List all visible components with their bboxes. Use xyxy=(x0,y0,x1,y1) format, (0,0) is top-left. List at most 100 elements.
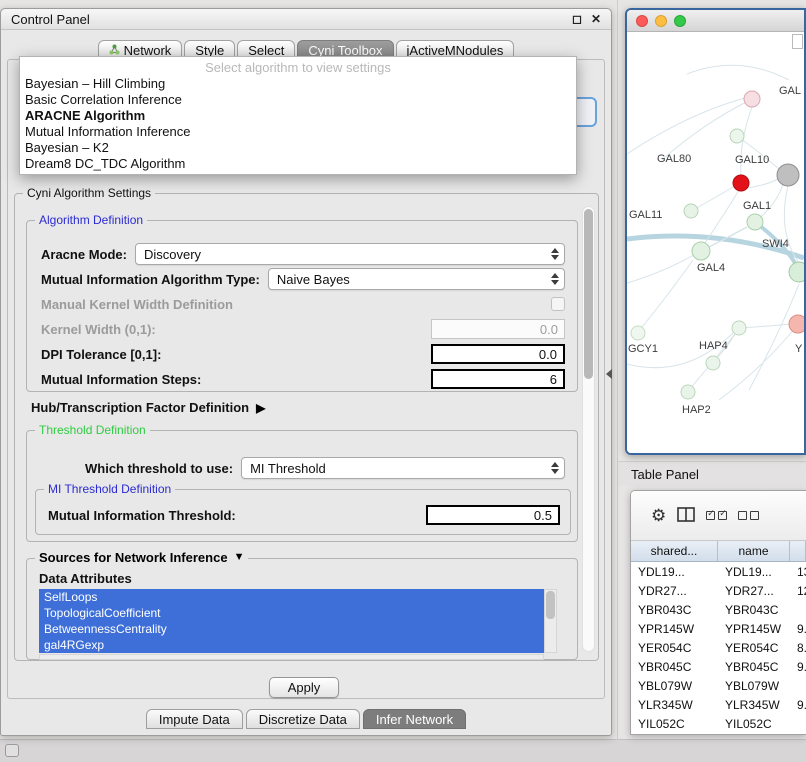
birdseye-toggle[interactable] xyxy=(792,34,803,49)
hide-all-columns-icon[interactable] xyxy=(738,511,759,520)
table-cell: YBR045C xyxy=(631,660,718,674)
network-edge[interactable] xyxy=(627,251,701,283)
select-all-columns-icon[interactable] xyxy=(706,511,727,520)
minimize-traffic-light-icon[interactable] xyxy=(655,15,667,27)
collapse-arrow-icon[interactable]: ▼ xyxy=(234,550,245,565)
network-canvas[interactable]: GALGAL80GAL10GAL11GAL1SWI4GAL4GCY1HAP4HA… xyxy=(627,32,804,455)
network-node[interactable] xyxy=(684,204,698,218)
scrollbar-thumb[interactable] xyxy=(546,591,555,619)
attributes-list-hscrollbar[interactable] xyxy=(39,654,544,660)
data-attribute-item[interactable]: BetweennessCentrality xyxy=(39,621,544,637)
table-settings-gear-icon[interactable]: ⚙ xyxy=(651,507,666,524)
data-attributes-list[interactable]: SelfLoopsTopologicalCoefficientBetweenne… xyxy=(39,589,544,653)
network-edge[interactable] xyxy=(638,260,693,332)
network-node[interactable] xyxy=(706,356,720,370)
network-node[interactable] xyxy=(733,175,749,191)
network-window-titlebar[interactable] xyxy=(627,10,804,32)
data-attributes-label: Data Attributes xyxy=(39,571,132,586)
network-edge[interactable] xyxy=(749,284,799,390)
hub-transcription-factor-section[interactable]: Hub/Transcription Factor Definition ▶ xyxy=(31,400,265,415)
node-label: SWI4 xyxy=(762,238,789,250)
dpi-tolerance-row: DPI Tolerance [0,1]: 0.0 xyxy=(41,343,565,365)
zoom-traffic-light-icon[interactable] xyxy=(674,15,686,27)
group-title: Threshold Definition xyxy=(35,423,150,438)
node-label: HAP4 xyxy=(699,340,728,352)
network-edge[interactable] xyxy=(627,98,745,154)
network-edge[interactable] xyxy=(687,65,789,80)
dpi-tolerance-value: 0.0 xyxy=(539,347,557,362)
node-label: GAL10 xyxy=(735,154,769,166)
collapsed-panel-icon[interactable] xyxy=(5,744,19,757)
network-node[interactable] xyxy=(730,129,744,143)
close-traffic-light-icon[interactable] xyxy=(636,15,648,27)
algorithm-option[interactable]: Dream8 DC_TDC Algorithm xyxy=(20,156,576,172)
settings-scrollbar[interactable] xyxy=(582,206,595,652)
table-cell: YDL19... xyxy=(718,565,790,579)
expand-arrow-icon[interactable]: ▶ xyxy=(256,401,265,415)
table-toolbar: ⚙ xyxy=(631,491,806,541)
table-row[interactable]: YBR045CYBR045C9. xyxy=(631,657,806,676)
table-cell: YBR043C xyxy=(718,603,790,617)
network-edge[interactable] xyxy=(705,190,739,243)
algorithm-option[interactable]: Mutual Information Inference xyxy=(20,124,576,140)
table-row[interactable]: YPR145WYPR145W9. xyxy=(631,619,806,638)
network-edge[interactable] xyxy=(747,179,778,188)
control-panel-titlebar[interactable]: Control Panel ◻ ✕ xyxy=(1,9,611,30)
network-node[interactable] xyxy=(732,321,746,335)
close-icon[interactable]: ✕ xyxy=(591,12,601,26)
which-threshold-select[interactable]: MI Threshold xyxy=(241,457,565,479)
table-row[interactable]: YER054CYER054C8. xyxy=(631,638,806,657)
algorithm-option[interactable]: Bayesian – K2 xyxy=(20,140,576,156)
float-window-icon[interactable]: ◻ xyxy=(572,12,582,26)
aracne-mode-select[interactable]: Discovery xyxy=(135,243,565,265)
algorithm-option[interactable]: Bayesian – Hill Climbing xyxy=(20,76,576,92)
bottom-tab-discretize-data[interactable]: Discretize Data xyxy=(246,709,360,729)
table-row[interactable]: YDR27...YDR27...12... xyxy=(631,581,806,600)
network-node[interactable] xyxy=(777,164,799,186)
kernel-width-label: Kernel Width (0,1): xyxy=(41,322,156,337)
algorithm-option[interactable]: Basic Correlation Inference xyxy=(20,92,576,108)
table-cell: 12... xyxy=(790,584,806,598)
table-row[interactable]: YBL079WYBL079W xyxy=(631,676,806,695)
table-row[interactable]: YBR043CYBR043C xyxy=(631,600,806,619)
show-columns-icon[interactable] xyxy=(677,507,695,525)
algorithm-option[interactable]: ARACNE Algorithm xyxy=(20,108,576,124)
network-edge[interactable] xyxy=(739,324,790,328)
manual-kernel-width-checkbox[interactable] xyxy=(551,297,565,311)
bottom-tab-infer-network[interactable]: Infer Network xyxy=(363,709,466,729)
apply-button[interactable]: Apply xyxy=(269,677,339,698)
network-node[interactable] xyxy=(681,385,695,399)
table-cell: 9. xyxy=(790,698,806,712)
table-row[interactable]: YDL19...YDL19...13... xyxy=(631,562,806,581)
bottom-strip xyxy=(0,739,806,762)
column-header[interactable]: name xyxy=(718,541,790,561)
combo-arrows-icon xyxy=(551,248,559,260)
network-node[interactable] xyxy=(789,262,804,282)
network-node[interactable] xyxy=(747,214,763,230)
mi-steps-field[interactable]: 6 xyxy=(431,369,565,389)
attributes-list-vscrollbar[interactable] xyxy=(544,589,557,653)
data-attribute-item[interactable]: SelfLoops xyxy=(39,589,544,605)
panel-collapse-arrow-icon[interactable] xyxy=(606,369,612,379)
cyni-bottom-tab-bar: Impute DataDiscretize DataInfer Network xyxy=(1,709,611,730)
table-row[interactable]: YIL052CYIL052C xyxy=(631,714,806,733)
table-row[interactable]: YLR345WYLR345W9. xyxy=(631,695,806,714)
column-header[interactable] xyxy=(790,541,806,561)
scrollbar-thumb[interactable] xyxy=(584,209,593,379)
dpi-tolerance-field[interactable]: 0.0 xyxy=(431,344,565,364)
network-graph[interactable]: GALGAL80GAL10GAL11GAL1SWI4GAL4GCY1HAP4HA… xyxy=(627,32,804,455)
network-node[interactable] xyxy=(789,315,804,333)
sources-title[interactable]: Sources for Network Inference ▼ xyxy=(35,550,248,565)
network-node[interactable] xyxy=(631,326,645,340)
sources-title-label: Sources for Network Inference xyxy=(39,550,228,565)
network-node[interactable] xyxy=(692,242,710,260)
data-attribute-item[interactable]: TopologicalCoefficient xyxy=(39,605,544,621)
mi-threshold-field[interactable]: 0.5 xyxy=(426,505,560,525)
column-header[interactable]: shared... xyxy=(631,541,718,561)
mi-algorithm-type-select[interactable]: Naive Bayes xyxy=(268,268,565,290)
bottom-tab-impute-data[interactable]: Impute Data xyxy=(146,709,243,729)
data-attribute-item[interactable]: gal4RGexp xyxy=(39,637,544,653)
network-node[interactable] xyxy=(744,91,760,107)
node-label: GCY1 xyxy=(628,343,658,355)
kernel-width-field[interactable]: 0.0 xyxy=(431,319,565,339)
